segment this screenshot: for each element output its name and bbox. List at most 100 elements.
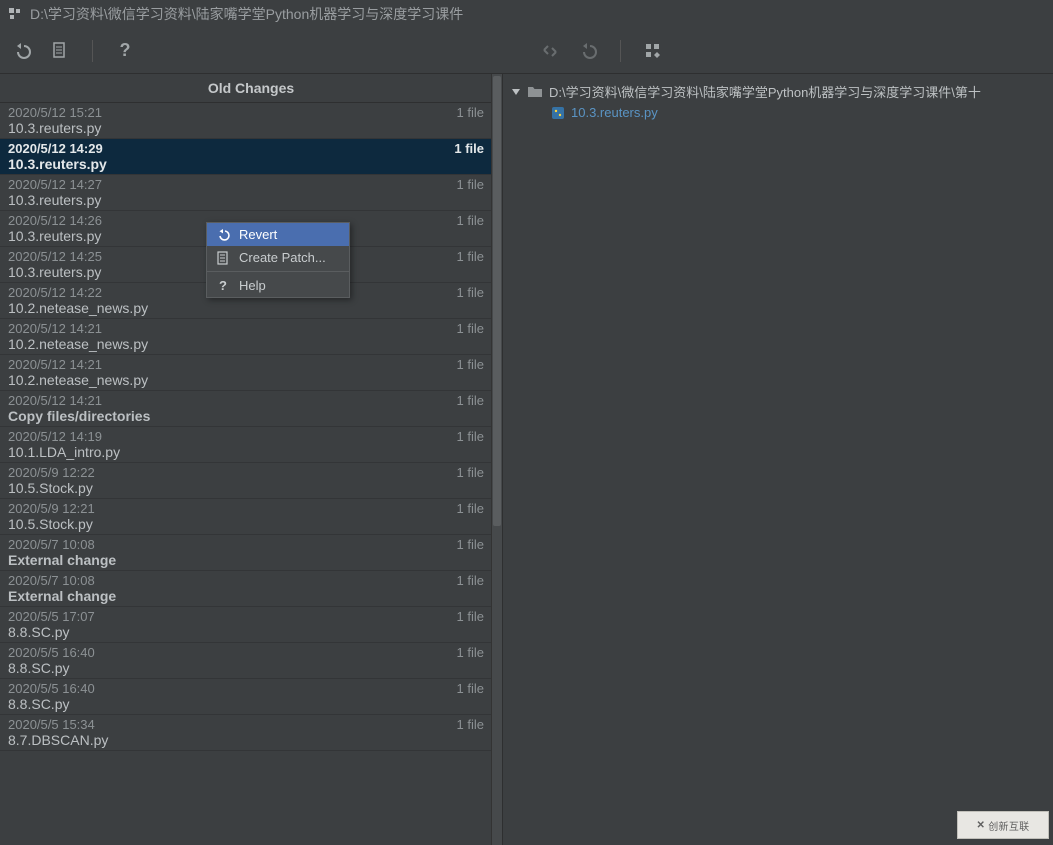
file-tree-panel: D:\学习资料\微信学习资料\陆家嘴学堂Python机器学习与深度学习课件\第十…	[503, 74, 1053, 845]
history-item[interactable]: 2020/5/12 14:21 1 file10.2.netease_news.p…	[0, 319, 492, 355]
revert-icon	[215, 228, 231, 242]
history-count: 1 file	[457, 213, 484, 228]
history-item[interactable]: 2020/5/5 16:40 1 file8.8.SC.py	[0, 643, 492, 679]
history-label: 8.8.SC.py	[8, 660, 484, 676]
list-header: Old Changes	[0, 74, 502, 103]
history-item[interactable]: 2020/5/12 14:21 1 file10.2.netease_news.p…	[0, 355, 492, 391]
history-date: 2020/5/12 14:29	[8, 141, 103, 156]
history-count: 1 file	[457, 429, 484, 444]
history-label: 10.5.Stock.py	[8, 516, 484, 532]
folder-row[interactable]: D:\学习资料\微信学习资料\陆家嘴学堂Python机器学习与深度学习课件\第十	[507, 80, 1049, 103]
history-item[interactable]: 2020/5/5 15:34 1 file8.7.DBSCAN.py	[0, 715, 492, 751]
group-icon[interactable]	[643, 41, 663, 61]
history-label: Copy files/directories	[8, 408, 484, 424]
history-panel: Old Changes 2020/5/12 15:211 file10.3.re…	[0, 74, 503, 845]
history-label: 10.2.netease_news.py	[8, 372, 484, 388]
history-count: 1 file	[457, 285, 484, 300]
history-date: 2020/5/12 14:27	[8, 177, 102, 192]
history-label: 10.2.netease_news.py	[8, 300, 484, 316]
history-label: 10.5.Stock.py	[8, 480, 484, 496]
folder-path: D:\学习资料\微信学习资料\陆家嘴学堂Python机器学习与深度学习课件\第十	[549, 82, 981, 101]
history-count: 1 file	[457, 681, 484, 696]
history-label: External change	[8, 588, 484, 604]
context-menu-label: Help	[239, 278, 266, 293]
revert-icon[interactable]	[12, 41, 32, 61]
history-date: 2020/5/5 16:40	[8, 681, 95, 696]
history-item[interactable]: 2020/5/12 14:19 1 file10.1.LDA_intro.py	[0, 427, 492, 463]
context-menu-label: Create Patch...	[239, 250, 326, 265]
history-count: 1 file	[457, 177, 484, 192]
file-row[interactable]: 10.3.reuters.py	[507, 103, 1049, 122]
history-label: External change	[8, 552, 484, 568]
history-label: 10.2.netease_news.py	[8, 336, 484, 352]
history-item[interactable]: 2020/5/12 14:291 file10.3.reuters.py	[0, 139, 492, 175]
history-count: 1 file	[457, 717, 484, 732]
history-label: 10.1.LDA_intro.py	[8, 444, 484, 460]
history-date: 2020/5/12 15:21	[8, 105, 102, 120]
history-label: 8.8.SC.py	[8, 696, 484, 712]
collapse-icon[interactable]	[511, 87, 521, 97]
history-date: 2020/5/9 12:22	[8, 465, 95, 480]
history-date: 2020/5/12 14:25	[8, 249, 102, 264]
context-menu-revert[interactable]: Revert	[207, 223, 349, 246]
toolbar-divider-2	[620, 40, 621, 62]
history-date: 2020/5/12 14:21	[8, 357, 102, 372]
folder-icon	[527, 85, 543, 98]
history-label: 8.8.SC.py	[8, 624, 484, 640]
history-date: 2020/5/12 14:21	[8, 393, 102, 408]
title-bar: D:\学习资料\微信学习资料\陆家嘴学堂Python机器学习与深度学习课件	[0, 0, 1053, 28]
scrollbar-thumb[interactable]	[493, 76, 501, 526]
history-label: 10.3.reuters.py	[8, 192, 484, 208]
history-list: 2020/5/12 15:211 file10.3.reuters.py2020…	[0, 103, 502, 845]
history-count: 1 file	[457, 105, 484, 120]
python-file-icon	[551, 106, 565, 120]
history-date: 2020/5/7 10:08	[8, 573, 95, 588]
history-count: 1 file	[457, 465, 484, 480]
window-title: D:\学习资料\微信学习资料\陆家嘴学堂Python机器学习与深度学习课件	[30, 4, 463, 24]
main-area: Old Changes 2020/5/12 15:211 file10.3.re…	[0, 74, 1053, 845]
history-date: 2020/5/9 12:21	[8, 501, 95, 516]
file-name: 10.3.reuters.py	[571, 105, 658, 120]
history-count: 1 file	[457, 501, 484, 516]
history-item[interactable]: 2020/5/12 14:27 1 file10.3.reuters.py	[0, 175, 492, 211]
help-icon: ?	[215, 278, 231, 293]
app-icon	[8, 7, 22, 21]
history-item[interactable]: 2020/5/5 16:40 1 file8.8.SC.py	[0, 679, 492, 715]
history-item[interactable]: 2020/5/7 10:08 1 fileExternal change	[0, 535, 492, 571]
undo-icon[interactable]	[578, 41, 598, 61]
history-item[interactable]: 2020/5/12 14:21 1 fileCopy files/director…	[0, 391, 492, 427]
context-menu-create-patch[interactable]: Create Patch...	[207, 246, 349, 269]
history-date: 2020/5/5 15:34	[8, 717, 95, 732]
history-count: 1 file	[457, 393, 484, 408]
history-label: 8.7.DBSCAN.py	[8, 732, 484, 748]
history-date: 2020/5/5 17:07	[8, 609, 95, 624]
history-count: 1 file	[457, 321, 484, 336]
help-icon[interactable]: ?	[115, 41, 135, 61]
history-item[interactable]: 2020/5/9 12:22 1 file10.5.Stock.py	[0, 463, 492, 499]
history-date: 2020/5/5 16:40	[8, 645, 95, 660]
history-item[interactable]: 2020/5/5 17:07 1 file8.8.SC.py	[0, 607, 492, 643]
patch-icon	[215, 251, 231, 265]
history-item[interactable]: 2020/5/9 12:21 1 file10.5.Stock.py	[0, 499, 492, 535]
history-date: 2020/5/7 10:08	[8, 537, 95, 552]
history-count: 1 file	[457, 609, 484, 624]
history-item[interactable]: 2020/5/7 10:08 1 fileExternal change	[0, 571, 492, 607]
history-count: 1 file	[457, 357, 484, 372]
context-menu-label: Revert	[239, 227, 277, 242]
history-date: 2020/5/12 14:19	[8, 429, 102, 444]
context-menu: Revert Create Patch... ? Help	[206, 222, 350, 298]
history-date: 2020/5/12 14:26	[8, 213, 102, 228]
patch-icon[interactable]	[50, 41, 70, 61]
history-date: 2020/5/12 14:22	[8, 285, 102, 300]
context-menu-help[interactable]: ? Help	[207, 274, 349, 297]
watermark-badge: ✕ 创新互联	[957, 811, 1049, 839]
history-count: 1 file	[457, 645, 484, 660]
history-item[interactable]: 2020/5/12 15:21 1 file10.3.reuters.py	[0, 103, 492, 139]
history-label: 10.3.reuters.py	[8, 120, 484, 136]
history-count: 1 file	[457, 573, 484, 588]
history-count: 1 file	[457, 537, 484, 552]
history-date: 2020/5/12 14:21	[8, 321, 102, 336]
context-menu-separator	[207, 271, 349, 272]
history-count: 1 file	[457, 249, 484, 264]
expand-diff-icon[interactable]	[540, 41, 560, 61]
